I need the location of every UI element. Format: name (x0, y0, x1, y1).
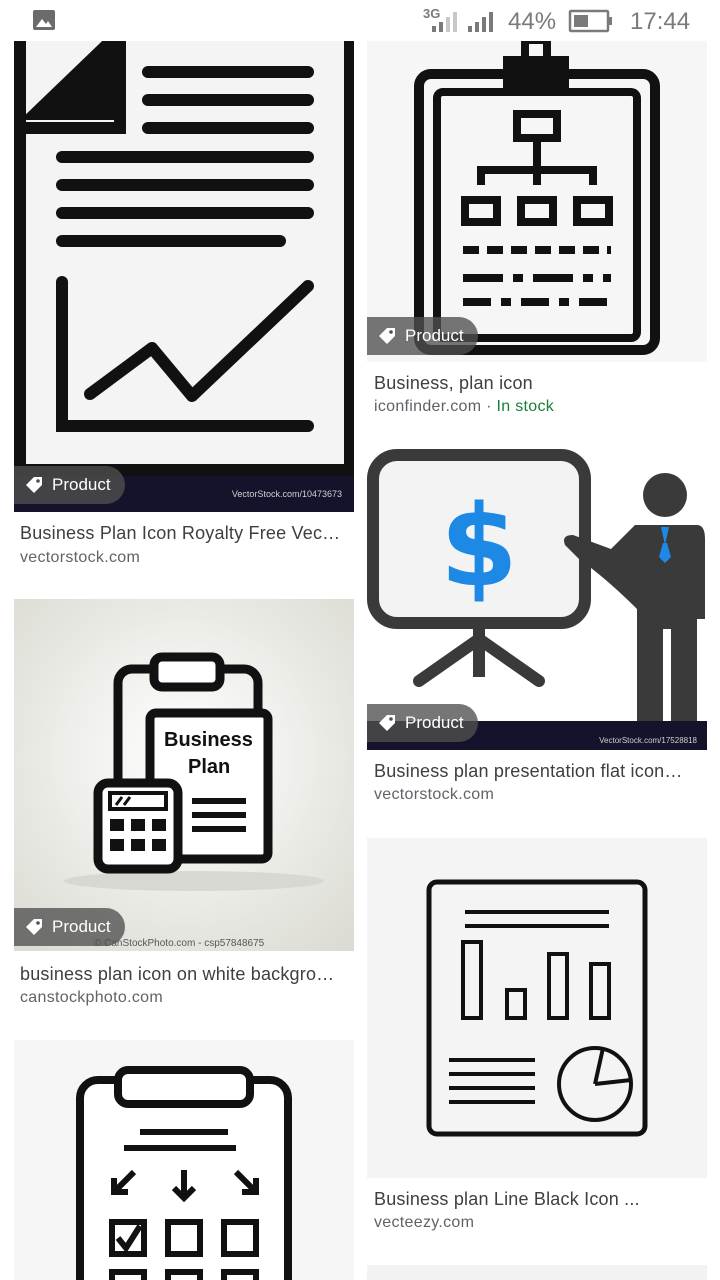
result-title[interactable]: business plan icon on white backgro… (20, 964, 350, 985)
tag-icon (379, 715, 395, 731)
product-chip: Product (14, 908, 125, 946)
result-title[interactable]: Business Plan Icon Royalty Free Vec… (20, 523, 350, 544)
result-thumbnail[interactable] (367, 838, 707, 1178)
chip-label: Product (405, 326, 464, 345)
result-thumbnail[interactable]: VectorStock.com/10473673 (14, 0, 354, 512)
document-chart-icon (14, 0, 354, 512)
gallery-notification-icon (33, 10, 55, 30)
result-card[interactable]: $ VectorStock.com/17528818 Product Busin… (367, 449, 707, 809)
result-title[interactable]: Business plan presentation flat icon… (374, 761, 704, 782)
battery-percent: 44% (508, 8, 557, 35)
image-text-line: Business (164, 729, 253, 751)
tag-icon (26, 477, 42, 493)
product-chip: Product (14, 466, 125, 504)
tag-icon (379, 328, 395, 344)
result-card[interactable]: Product Business, plan icon iconfinder.c… (367, 0, 707, 420)
result-source[interactable]: iconfinder.com · In stock (374, 398, 554, 416)
signal-3g-icon (432, 12, 457, 32)
image-watermark: VectorStock.com/10473673 (231, 489, 342, 499)
result-source[interactable]: vectorstock.com (20, 549, 140, 567)
result-source[interactable]: vecteezy.com (374, 1214, 474, 1232)
product-chip: Product (367, 317, 478, 355)
result-card[interactable]: Business plan Line Black Icon ... vectee… (367, 838, 707, 1238)
result-source[interactable]: vectorstock.com (374, 786, 494, 804)
source-domain: iconfinder.com (374, 398, 482, 415)
result-title[interactable]: Business plan Line Black Icon ... (374, 1189, 704, 1210)
chip-label: Product (52, 475, 111, 494)
status-bar: 3G 44% 17:44 (0, 0, 720, 41)
result-source[interactable]: canstockphoto.com (20, 989, 163, 1007)
result-title[interactable]: Business, plan icon (374, 373, 704, 394)
svg-text:$: $ (440, 482, 518, 612)
in-stock-label: In stock (496, 398, 555, 415)
result-card[interactable]: VectorStock.com/10473673 Product Busines… (14, 0, 354, 580)
result-thumbnail[interactable] (367, 1265, 707, 1280)
separator-dot: · (486, 398, 492, 415)
clock: 17:44 (630, 8, 691, 35)
result-thumbnail[interactable]: Business Plan © CanStockPhoto.com - csp5… (14, 599, 354, 951)
battery-icon (568, 9, 612, 33)
business-plan-calculator-icon (14, 599, 354, 951)
chip-label: Product (52, 917, 111, 936)
report-bar-chart-icon (367, 838, 707, 1178)
image-text-line: Plan (188, 756, 231, 778)
signal-strength-icon (468, 12, 493, 32)
result-thumbnail[interactable] (367, 0, 707, 362)
tag-icon (26, 919, 42, 935)
result-thumbnail[interactable] (14, 1040, 354, 1280)
chip-label: Product (405, 713, 464, 732)
image-watermark: VectorStock.com/17528818 (599, 736, 697, 745)
result-card[interactable]: Business Plan © CanStockPhoto.com - csp5… (14, 599, 354, 1019)
clipboard-checklist-icon (14, 1040, 354, 1280)
result-card[interactable] (14, 1040, 354, 1280)
clipboard-chart-icon (367, 0, 707, 362)
product-chip: Product (367, 704, 478, 742)
